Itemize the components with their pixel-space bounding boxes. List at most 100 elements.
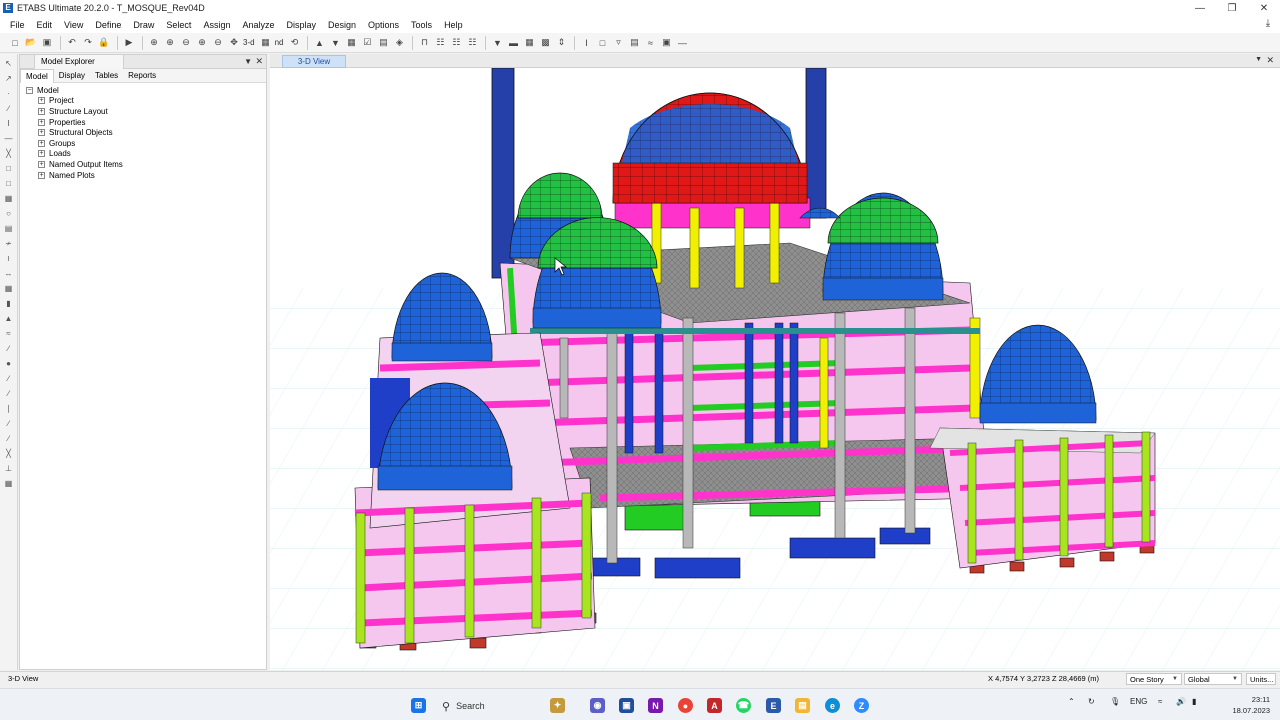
language-indicator[interactable]: ENG	[1130, 697, 1147, 706]
tree-item-named-plots[interactable]: + Named Plots	[26, 170, 266, 181]
draw-beam-tool-icon[interactable]: —	[3, 132, 15, 144]
zoom-out-icon[interactable]: ⊖	[179, 36, 193, 50]
select-intersect-icon[interactable]: ∕	[3, 372, 15, 384]
download-icon[interactable]: ⤓	[1262, 17, 1274, 29]
chrome-icon[interactable]: ●	[678, 698, 693, 713]
expand-icon[interactable]: +	[38, 160, 45, 168]
close-window-button[interactable]: ✕	[1248, 0, 1280, 16]
reshape-icon[interactable]: ↗	[3, 72, 15, 84]
tree-item-structural-objects[interactable]: + Structural Objects	[26, 127, 266, 138]
select-all-icon[interactable]: ∕	[3, 342, 15, 354]
select-clear-icon[interactable]: ∕	[3, 387, 15, 399]
expand-icon[interactable]: +	[38, 118, 45, 126]
new-model-icon[interactable]: □	[8, 36, 22, 50]
expand-icon[interactable]: +	[38, 139, 45, 147]
battery-icon[interactable]: ▮	[1192, 697, 1196, 706]
wifi-icon[interactable]: ≈	[1158, 697, 1162, 706]
show-tables-icon[interactable]: ▤	[627, 36, 641, 50]
draw-text-icon[interactable]: ≈	[3, 327, 15, 339]
display-options-icon[interactable]: ▤	[376, 36, 390, 50]
undo-icon[interactable]: ↶	[65, 36, 79, 50]
microphone-icon[interactable]: 🎙	[1110, 697, 1120, 706]
rotate-icon[interactable]: ⟲	[287, 36, 301, 50]
draw-link-icon[interactable]: ≁	[3, 237, 15, 249]
acrobat-icon[interactable]: A	[707, 698, 722, 713]
draw-joint-icon[interactable]: ·	[3, 87, 15, 99]
expand-icon[interactable]: +	[38, 97, 45, 105]
dropdown-icon[interactable]: ▼	[1255, 56, 1262, 63]
tree-item-structure-layout[interactable]: + Structure Layout	[26, 106, 266, 117]
plan-view-icon[interactable]: ▦	[259, 36, 273, 50]
tree-item-loads[interactable]: + Loads	[26, 149, 266, 160]
tree-item-groups[interactable]: + Groups	[26, 138, 266, 149]
3d-view-button[interactable]: 3-d	[243, 38, 255, 47]
move-down-icon[interactable]: ▼	[328, 36, 342, 50]
pan-icon[interactable]: ✥	[227, 36, 241, 50]
tab-display[interactable]: Display	[54, 69, 90, 83]
zoom-window-icon[interactable]: ⊕	[147, 36, 161, 50]
expand-icon[interactable]: +	[38, 107, 45, 115]
object-shrink-icon[interactable]: ◈	[392, 36, 406, 50]
redo-icon[interactable]: ↷	[81, 36, 95, 50]
text-icon[interactable]: I	[579, 36, 593, 50]
draw-dimension-icon[interactable]: ↔	[3, 267, 15, 279]
tree-item-model[interactable]: − Model	[26, 85, 266, 96]
onenote-icon[interactable]: N	[648, 698, 663, 713]
menu-view[interactable]: View	[58, 20, 89, 30]
zoom-previous-icon[interactable]: ⊕	[195, 36, 209, 50]
select-previous-icon[interactable]: ●	[3, 357, 15, 369]
check-icon[interactable]: ☑	[360, 36, 374, 50]
taskbar-search[interactable]: ⚲ Search	[436, 696, 536, 716]
restore-button[interactable]: ❐	[1216, 0, 1248, 16]
story-select[interactable]: One Story ▼	[1126, 673, 1182, 685]
tab-3d-view[interactable]: 3-D View	[282, 55, 346, 68]
close-icon[interactable]: ✕	[255, 56, 263, 67]
tab-reports[interactable]: Reports	[123, 69, 161, 83]
force-diagram-icon[interactable]: ▣	[659, 36, 673, 50]
3d-model-viewport[interactable]	[270, 68, 1280, 670]
draw-grid-icon[interactable]: ▦	[3, 282, 15, 294]
dimension-icon[interactable]: □	[595, 36, 609, 50]
draw-opening-icon[interactable]: ○	[3, 207, 15, 219]
snap-lines-icon[interactable]: ▦	[3, 477, 15, 489]
draw-frame-icon[interactable]: ⊓	[417, 36, 431, 50]
search-highlight-icon[interactable]: ✦	[550, 698, 565, 713]
edge-icon[interactable]: e	[825, 698, 840, 713]
snap-middle-icon[interactable]: ∕	[3, 432, 15, 444]
move-up-icon[interactable]: ▲	[312, 36, 326, 50]
snap-points-icon[interactable]: ∣	[3, 402, 15, 414]
draw-beam-icon[interactable]: ☷	[449, 36, 463, 50]
file-explorer-icon[interactable]: ▤	[795, 698, 810, 713]
minimize-button[interactable]: —	[1184, 0, 1216, 16]
snap-ends-icon[interactable]: ∕	[3, 417, 15, 429]
coord-system-select[interactable]: Global ▼	[1184, 673, 1242, 685]
draw-floor-icon[interactable]: □	[3, 162, 15, 174]
draw-rect-floor-icon[interactable]: □	[3, 177, 15, 189]
collapse-icon[interactable]: −	[26, 86, 33, 94]
draw-line-icon[interactable]: ∕	[3, 102, 15, 114]
sync-icon[interactable]: ↻	[1088, 697, 1095, 706]
open-icon[interactable]: 📂	[24, 36, 38, 50]
tree-item-project[interactable]: + Project	[26, 96, 266, 107]
menu-assign[interactable]: Assign	[197, 20, 236, 30]
draw-tendon-icon[interactable]: ≀	[3, 252, 15, 264]
taskbar-clock[interactable]: 23:11 18.07.2023	[1232, 694, 1270, 716]
units-button[interactable]: Units...	[1246, 673, 1276, 685]
menu-help[interactable]: Help	[438, 20, 469, 30]
assign-section-icon[interactable]: ▬	[506, 36, 520, 50]
windows-start-icon[interactable]: ⊞	[411, 698, 426, 713]
pointer-icon[interactable]: ↖	[3, 57, 15, 69]
menu-define[interactable]: Define	[89, 20, 127, 30]
teams-icon[interactable]: ◉	[590, 698, 605, 713]
draw-slab-icon[interactable]: ▤	[3, 222, 15, 234]
tab-tables[interactable]: Tables	[90, 69, 123, 83]
draw-column-icon[interactable]: ☷	[433, 36, 447, 50]
tree-item-named-output-items[interactable]: + Named Output Items	[26, 159, 266, 170]
zoom-icon[interactable]: Z	[854, 698, 869, 713]
expand-icon[interactable]: +	[38, 171, 45, 179]
draw-brace-tool-icon[interactable]: ╳	[3, 147, 15, 159]
assign-link-icon[interactable]: ▩	[538, 36, 552, 50]
dropdown-icon[interactable]: ▼	[244, 57, 252, 66]
draw-wall-icon[interactable]: ▦	[3, 192, 15, 204]
assign-area-icon[interactable]: ▦	[522, 36, 536, 50]
